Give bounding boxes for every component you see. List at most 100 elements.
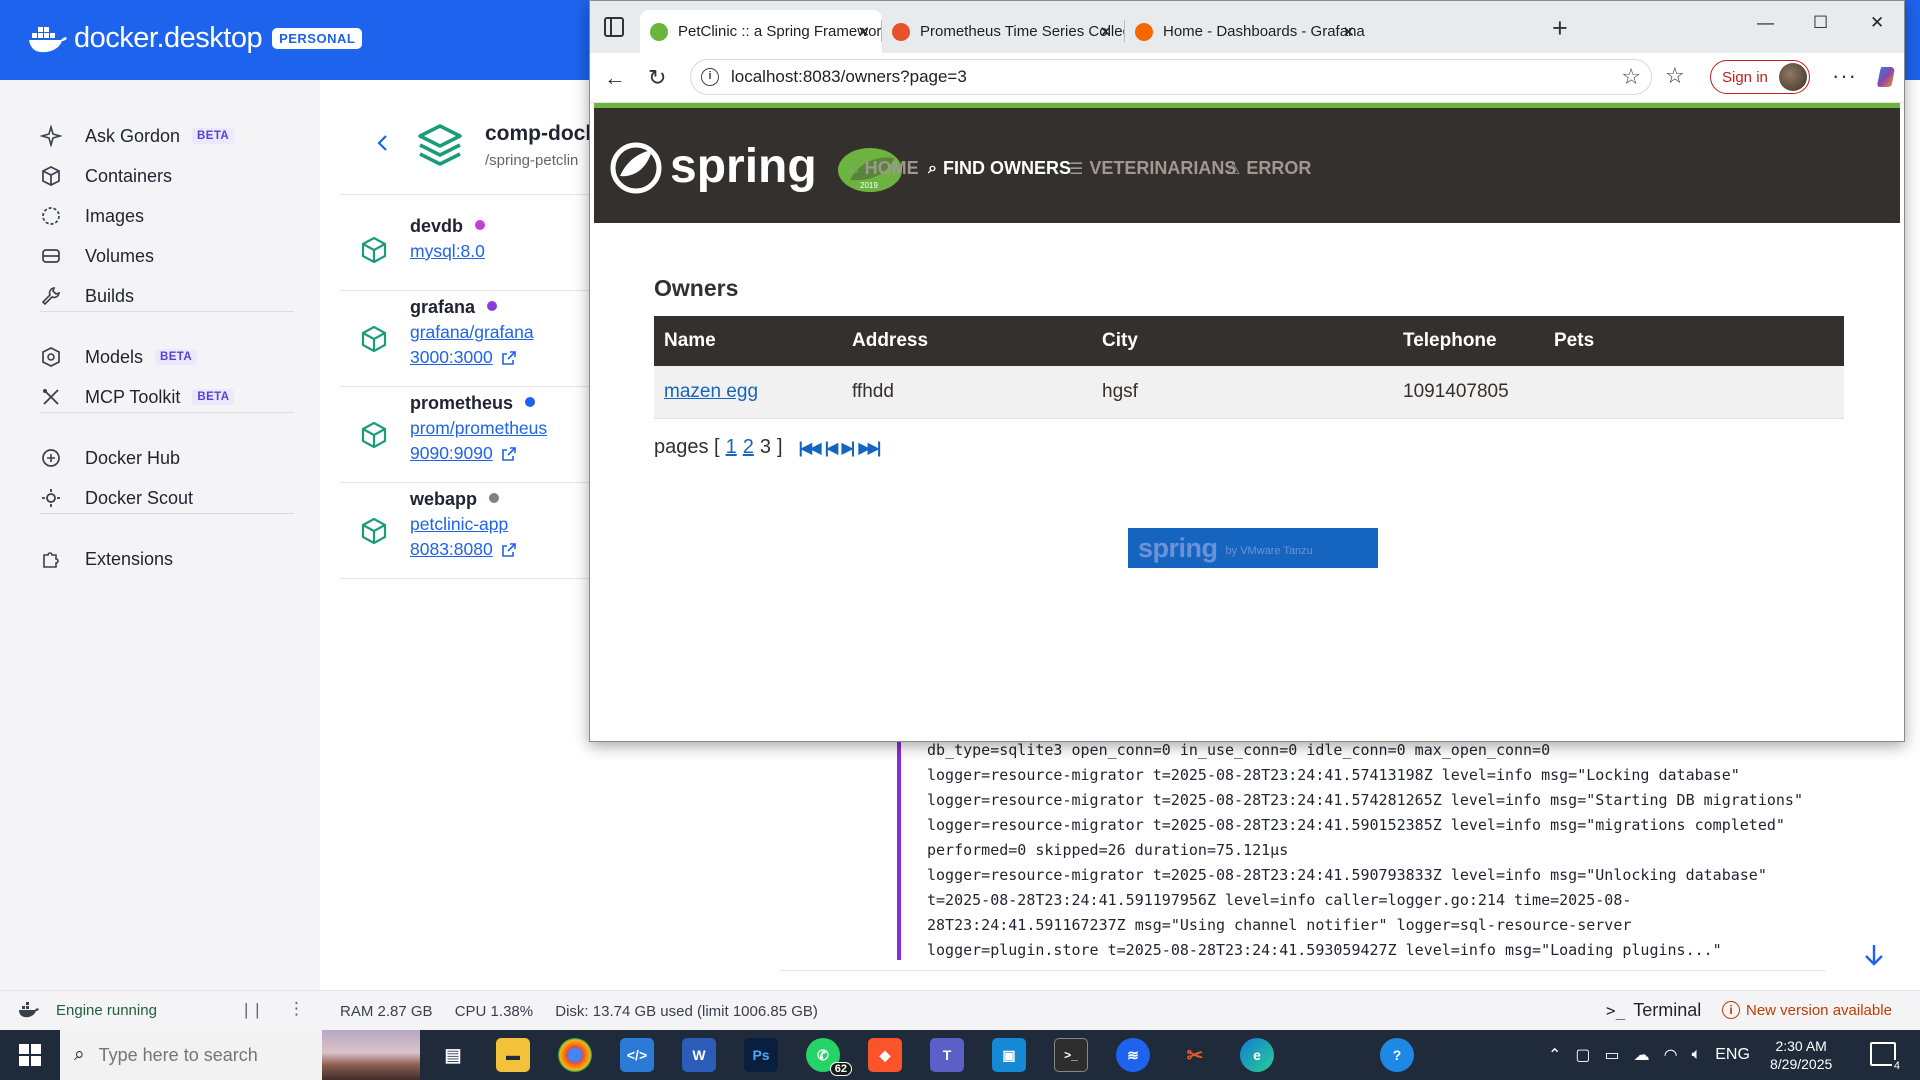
snipping-tool-icon[interactable]: ✂ [1178, 1038, 1212, 1072]
notification-center-icon[interactable]: 4 [1870, 1042, 1902, 1072]
service-image-link[interactable]: grafana/grafana [410, 322, 534, 343]
favorite-star-icon[interactable]: ☆ [1621, 64, 1641, 90]
sidebar-item-docker-scout[interactable]: Docker Scout [40, 482, 193, 514]
owner-name-link[interactable]: mazen egg [664, 381, 758, 402]
whatsapp-icon[interactable]: ✆ 62 [806, 1038, 852, 1076]
sidebar-item-mcp-toolkit[interactable]: MCP Toolkit BETA [40, 381, 235, 413]
new-version-link[interactable]: i New version available [1722, 1001, 1892, 1019]
previous-page-icon[interactable]: |◀ [825, 438, 839, 458]
sign-in-button[interactable]: Sign in [1710, 60, 1810, 94]
scroll-to-bottom-icon[interactable] [1862, 942, 1886, 968]
status-dot [475, 220, 486, 231]
service-name: devdb [410, 216, 486, 237]
notification-count: 4 [1891, 1060, 1902, 1072]
sidebar-item-docker-hub[interactable]: Docker Hub [40, 442, 180, 474]
nav-error[interactable]: ⚠ ERROR [1226, 158, 1311, 179]
edge-icon[interactable]: e [1240, 1038, 1274, 1072]
web-page: spring 2019 ⌂ HOME ⌕ FIND OWNERS ☰ VETERINARI… [594, 103, 1900, 739]
brave-icon[interactable]: ◆ [868, 1038, 902, 1072]
chrome-icon[interactable] [558, 1038, 592, 1072]
ram-usage: RAM 2.87 GB [340, 1003, 433, 1020]
service-image-link[interactable]: petclinic-app [410, 514, 508, 535]
terminal-app-icon[interactable]: >_ [1054, 1038, 1088, 1072]
chevron-up-icon[interactable]: ⌃ [1548, 1045, 1561, 1065]
service-row-prometheus[interactable]: prometheus prom/prometheus 9090:9090 [340, 387, 590, 483]
browser-window: PetClinic :: a Spring Framework de✕Prome… [589, 0, 1905, 742]
favorites-icon[interactable]: ☆ [1665, 63, 1685, 89]
first-page-icon[interactable]: |◀◀ [799, 438, 822, 458]
pause-icon[interactable]: | | [244, 1000, 261, 1020]
tab-close-icon[interactable]: ✕ [857, 23, 870, 41]
new-tab-icon[interactable]: + [1552, 13, 1568, 44]
pager-suffix: ] [776, 436, 783, 458]
service-port-link[interactable]: 9090:9090 [410, 443, 517, 464]
more-options-icon[interactable]: ··· [1832, 63, 1857, 89]
sidebar-item-ask-gordon[interactable]: Ask Gordon BETA [40, 120, 235, 152]
url-input[interactable] [731, 67, 1591, 87]
teams-icon[interactable]: T [930, 1038, 964, 1072]
page-link[interactable]: 2 [743, 436, 754, 458]
sidebar-item-models[interactable]: Models BETA [40, 341, 198, 373]
windows-start-icon[interactable] [18, 1043, 42, 1067]
service-row-devdb[interactable]: devdb mysql:8.0 [340, 210, 590, 291]
browser-tab[interactable]: Prometheus Time Series Collectio ✕ [882, 10, 1124, 53]
service-row-webapp[interactable]: webapp petclinic-app 8083:8080 [340, 483, 590, 579]
minimize-icon[interactable]: — [1757, 13, 1774, 33]
clock[interactable]: 2:30 AM 8/29/2025 [1770, 1037, 1832, 1073]
onedrive-cloud-icon[interactable]: ☁ [1634, 1045, 1650, 1065]
help-icon[interactable]: ? [1380, 1038, 1414, 1072]
browser-tab[interactable]: Home - Dashboards - Grafana ✕ [1125, 10, 1367, 53]
remote-desktop-icon[interactable]: ▣ [992, 1038, 1026, 1072]
sidebar-item-volumes[interactable]: Volumes [40, 240, 154, 272]
copilot-icon[interactable] [1874, 64, 1900, 90]
sidebar-item-containers[interactable]: Containers [40, 160, 172, 192]
back-arrow-icon[interactable] [372, 132, 394, 154]
next-page-icon[interactable]: ▶| [841, 438, 855, 458]
vscode-icon[interactable]: </> [620, 1038, 654, 1072]
service-port-link[interactable]: 3000:3000 [410, 347, 517, 368]
service-name-text: prometheus [410, 393, 514, 413]
url-box[interactable]: i ☆ [690, 59, 1652, 95]
log-line: logger=resource-migrator t=2025-08-28T23… [927, 791, 1803, 809]
tab-close-icon[interactable]: ✕ [1342, 23, 1355, 41]
search-highlight-image[interactable] [322, 1030, 420, 1080]
list-icon: ☰ [1069, 160, 1084, 178]
language-indicator[interactable]: ENG [1715, 1046, 1750, 1064]
nav-home[interactable]: ⌂ HOME [849, 158, 919, 179]
service-port-link[interactable]: 8083:8080 [410, 539, 517, 560]
file-explorer-icon[interactable]: ▬ [496, 1038, 530, 1072]
taskbar-search-input[interactable] [98, 1044, 299, 1066]
photoshop-icon[interactable]: Ps [744, 1038, 778, 1072]
tab-close-icon[interactable]: ✕ [1099, 23, 1112, 41]
page-link[interactable]: 1 [726, 436, 737, 458]
site-info-icon[interactable]: i [701, 68, 719, 86]
task-view-icon[interactable]: ▤ [436, 1038, 470, 1072]
window-close-icon[interactable]: ✕ [1870, 13, 1884, 33]
nav-find-owners[interactable]: ⌕ FIND OWNERS [928, 158, 1071, 179]
maximize-icon[interactable]: ☐ [1813, 13, 1828, 33]
reload-icon[interactable]: ↻ [648, 65, 666, 91]
engine-status[interactable]: Engine running [18, 1001, 157, 1019]
sidebar-item-images[interactable]: Images [40, 200, 144, 232]
back-icon[interactable]: ← [604, 65, 626, 91]
sidebar-item-extensions[interactable]: Extensions [40, 543, 173, 575]
wifi-icon[interactable]: ◠ [1664, 1045, 1678, 1065]
battery-icon[interactable]: ▭ [1605, 1045, 1620, 1065]
device-icon[interactable]: ▢ [1575, 1045, 1590, 1065]
service-image-link[interactable]: mysql:8.0 [410, 241, 485, 262]
word-icon[interactable]: W [682, 1038, 716, 1072]
service-row-grafana[interactable]: grafana grafana/grafana 3000:3000 [340, 291, 590, 387]
service-name-text: webapp [410, 489, 478, 509]
service-image-link[interactable]: prom/prometheus [410, 418, 547, 439]
nav-veterinarians[interactable]: ☰ VETERINARIANS [1069, 158, 1236, 179]
docker-desktop-taskbar-icon[interactable]: ≋ [1116, 1038, 1150, 1072]
taskbar-search[interactable]: ⌕ [60, 1030, 322, 1080]
terminal-button[interactable]: >_ Terminal [1606, 1000, 1701, 1021]
volume-icon[interactable]: 🔈︎ [1692, 1046, 1702, 1064]
sidebar-toggle-icon[interactable] [604, 17, 624, 37]
last-page-icon[interactable]: ▶▶| [858, 438, 881, 458]
browser-tab[interactable]: PetClinic :: a Spring Framework de✕ [640, 10, 882, 53]
sidebar-item-builds[interactable]: Builds [40, 280, 134, 312]
more-vertical-icon[interactable]: ⋮ [288, 999, 305, 1019]
model-cube-icon [42, 347, 60, 367]
